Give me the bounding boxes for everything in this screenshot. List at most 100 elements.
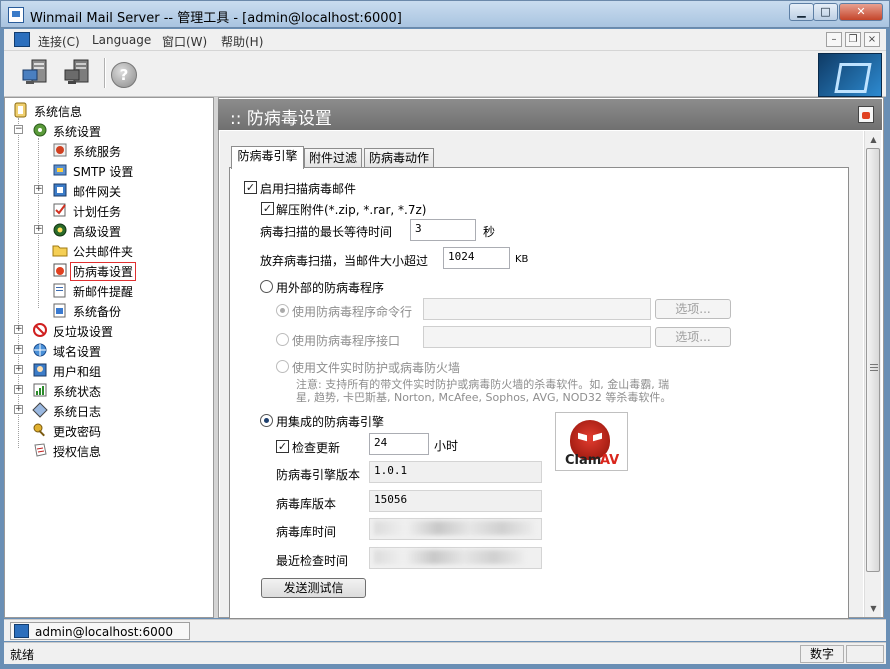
menu-help[interactable]: 帮助(H) bbox=[221, 33, 263, 50]
connection-text: admin@localhost:6000 bbox=[35, 625, 174, 639]
advanced-icon bbox=[53, 223, 67, 237]
connection-pane[interactable]: admin@localhost:6000 bbox=[10, 622, 190, 640]
unzip-checkbox[interactable]: ✓ bbox=[261, 202, 274, 215]
title-bar[interactable]: Winmail Mail Server -- 管理工具 - [admin@loc… bbox=[0, 0, 890, 28]
expand-toggle[interactable]: + bbox=[34, 225, 43, 234]
menu-connect[interactable]: 连接(C) bbox=[38, 33, 80, 50]
check-update-checkbox[interactable]: ✓ bbox=[276, 440, 289, 453]
tab-attachment-filter[interactable]: 附件过滤 bbox=[304, 148, 362, 168]
tree-item-advanced-settings[interactable]: + 高级设置 bbox=[5, 220, 213, 240]
tree-item-license-info[interactable]: 授权信息 bbox=[5, 440, 213, 460]
integrated-engine-radio[interactable] bbox=[260, 414, 273, 427]
close-button[interactable]: ✕ bbox=[839, 3, 883, 21]
tree-item-label: 防病毒设置 bbox=[69, 262, 137, 281]
send-test-mail-button[interactable]: 发送测试信 bbox=[261, 578, 366, 598]
engine-version-field: 1.0.1 bbox=[369, 461, 542, 483]
tree-item-scheduled-tasks[interactable]: 计划任务 bbox=[5, 200, 213, 220]
info-icon bbox=[14, 102, 27, 118]
connection-icon bbox=[14, 624, 29, 638]
interface-input[interactable] bbox=[423, 326, 651, 348]
menu-language[interactable]: Language bbox=[92, 33, 151, 47]
realtime-label: 使用文件实时防护或病毒防火墙 bbox=[292, 361, 461, 375]
expand-toggle[interactable]: + bbox=[14, 345, 23, 354]
backup-icon bbox=[53, 303, 66, 318]
external-program-label: 用外部的防病毒程序 bbox=[276, 281, 385, 295]
tree-item-change-password[interactable]: 更改密码 bbox=[5, 420, 213, 440]
tree-item-smtp-settings[interactable]: SMTP 设置 bbox=[5, 160, 213, 180]
cmdline-input[interactable] bbox=[423, 298, 651, 320]
tree-item-mail-gateway[interactable]: + 邮件网关 bbox=[5, 180, 213, 200]
clamav-logo-text: Clam bbox=[565, 453, 602, 468]
server-disconnect-icon bbox=[64, 59, 89, 84]
tree-item-system-settings[interactable]: − 系统设置 bbox=[5, 120, 213, 140]
page-title: :: 防病毒设置 bbox=[230, 109, 332, 129]
menu-window[interactable]: 窗口(W) bbox=[162, 33, 207, 50]
enable-scan-checkbox[interactable]: ✓ bbox=[244, 181, 257, 194]
server-connect-icon bbox=[22, 59, 47, 84]
skip-size-input[interactable]: 1024 bbox=[443, 247, 510, 269]
app-icon bbox=[8, 7, 24, 23]
tree-item-label: 公共邮件夹 bbox=[73, 245, 134, 259]
expand-toggle[interactable]: + bbox=[14, 325, 23, 334]
mdi-minimize-button[interactable]: – bbox=[826, 32, 842, 47]
disconnect-server-button[interactable] bbox=[62, 56, 96, 90]
page-header: :: 防病毒设置 bbox=[218, 99, 882, 130]
expand-toggle[interactable]: + bbox=[34, 185, 43, 194]
interface-radio[interactable] bbox=[276, 333, 289, 346]
tree-item-antivirus-settings[interactable]: 防病毒设置 bbox=[5, 260, 213, 281]
tree-item-public-folders[interactable]: 公共邮件夹 bbox=[5, 240, 213, 260]
db-version-label: 病毒库版本 bbox=[276, 497, 337, 511]
vertical-scrollbar[interactable]: ▲ ▼ bbox=[864, 131, 881, 617]
tree-item-label: 系统备份 bbox=[73, 305, 122, 319]
scroll-up-icon[interactable]: ▲ bbox=[866, 132, 881, 147]
connection-icon[interactable] bbox=[14, 32, 30, 47]
tree-item-label: 邮件网关 bbox=[73, 185, 122, 199]
mdi-restore-button[interactable]: ❐ bbox=[845, 32, 861, 47]
tree-item-antispam-settings[interactable]: + 反垃圾设置 bbox=[5, 320, 213, 340]
interface-options-button[interactable]: 选项... bbox=[655, 327, 731, 347]
tree-item-system-info[interactable]: 系统信息 bbox=[5, 100, 213, 120]
gateway-icon bbox=[53, 183, 67, 197]
minimize-button[interactable]: ▁ bbox=[789, 3, 814, 21]
numlock-indicator: 数字 bbox=[800, 645, 844, 663]
tree-item-system-log[interactable]: + 系统日志 bbox=[5, 400, 213, 420]
skip-size-label: 放弃病毒扫描，当邮件大小超过 bbox=[260, 254, 429, 268]
mdi-close-button[interactable]: × bbox=[864, 32, 880, 47]
tree-item-users-groups[interactable]: + 用户和组 bbox=[5, 360, 213, 380]
exit-icon[interactable] bbox=[858, 106, 874, 123]
winmail-logo bbox=[818, 53, 882, 97]
gear-icon bbox=[33, 123, 47, 137]
service-icon bbox=[53, 143, 67, 157]
help-icon[interactable]: ? bbox=[111, 62, 137, 88]
expand-toggle[interactable]: + bbox=[14, 365, 23, 374]
tab-antivirus-action[interactable]: 防病毒动作 bbox=[364, 148, 434, 168]
tree-item-system-services[interactable]: 系统服务 bbox=[5, 140, 213, 160]
realtime-radio[interactable] bbox=[276, 360, 289, 373]
check-update-input[interactable]: 24 bbox=[369, 433, 429, 455]
new-mail-icon bbox=[53, 283, 66, 298]
max-wait-input[interactable]: 3 bbox=[410, 219, 476, 241]
scroll-down-icon[interactable]: ▼ bbox=[866, 601, 881, 616]
max-wait-label: 病毒扫描的最长等待时间 bbox=[260, 225, 393, 239]
tree-item-label: 计划任务 bbox=[73, 205, 122, 219]
tree-item-label: 域名设置 bbox=[53, 345, 102, 359]
expand-toggle[interactable]: + bbox=[14, 405, 23, 414]
smtp-icon bbox=[53, 164, 67, 176]
scroll-thumb[interactable] bbox=[866, 148, 880, 572]
external-program-radio[interactable] bbox=[260, 280, 273, 293]
cmdline-label: 使用防病毒程序命令行 bbox=[292, 305, 413, 319]
connect-server-button[interactable] bbox=[20, 56, 54, 90]
tree-item-system-status[interactable]: + 系统状态 bbox=[5, 380, 213, 400]
cmdline-radio[interactable] bbox=[276, 304, 289, 317]
tree-item-domain-settings[interactable]: + 域名设置 bbox=[5, 340, 213, 360]
connection-status-bar: admin@localhost:6000 bbox=[4, 619, 886, 641]
tree-item-new-mail-alert[interactable]: 新邮件提醒 bbox=[5, 280, 213, 300]
tab-antivirus-engine[interactable]: 防病毒引擎 bbox=[231, 146, 304, 169]
realtime-note-line2: 星, 趋势, 卡巴斯基, Norton, McAfee, Sophos, AVG… bbox=[296, 391, 672, 404]
tree-item-system-backup[interactable]: 系统备份 bbox=[5, 300, 213, 320]
expand-toggle[interactable]: + bbox=[14, 385, 23, 394]
maximize-button[interactable]: □ bbox=[813, 3, 838, 21]
window-title: Winmail Mail Server -- 管理工具 - [admin@loc… bbox=[30, 11, 402, 26]
collapse-toggle[interactable]: − bbox=[14, 125, 23, 134]
cmdline-options-button[interactable]: 选项... bbox=[655, 299, 731, 319]
